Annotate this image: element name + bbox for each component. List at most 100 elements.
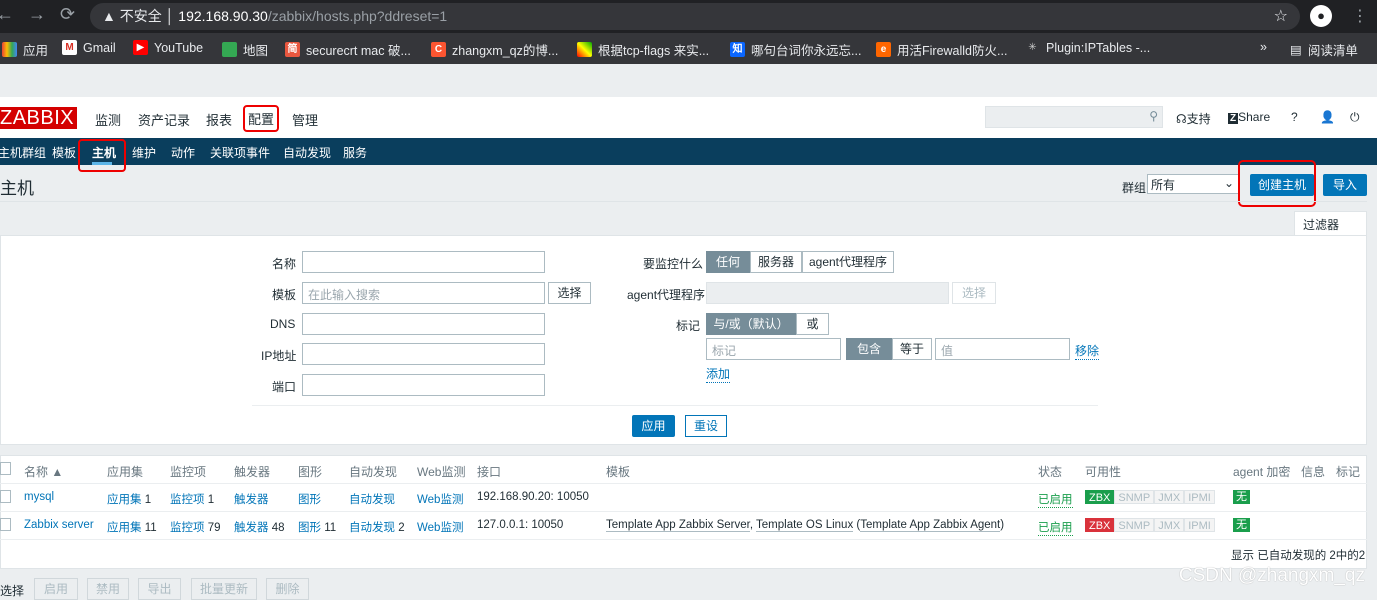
web-link[interactable]: Web监测 bbox=[417, 491, 463, 507]
group-select[interactable]: 所有 ⌄ bbox=[1147, 174, 1239, 194]
create-host-button[interactable]: 创建主机 bbox=[1250, 174, 1314, 196]
discovery-link[interactable]: 自动发现 bbox=[349, 491, 395, 507]
bookmark-label: Gmail bbox=[83, 40, 116, 55]
triggers-link[interactable]: 触发器 48 bbox=[234, 519, 285, 535]
active-indicator bbox=[92, 162, 112, 165]
bookmark-label: zhangxm_qz的博... bbox=[452, 44, 559, 58]
bookmark-zhihu[interactable]: 知哪句台词你永远忘... bbox=[730, 40, 861, 59]
ip-input[interactable] bbox=[302, 343, 545, 365]
row-checkbox[interactable] bbox=[0, 490, 11, 503]
web-link[interactable]: Web监测 bbox=[417, 519, 463, 535]
submenu-maintenance[interactable]: 维护 bbox=[132, 144, 156, 161]
tag-contains[interactable]: 包含 bbox=[846, 338, 892, 360]
availability-badges: ZBX SNMP JMX IPMI bbox=[1085, 490, 1215, 504]
reload-icon[interactable]: ⟳ bbox=[60, 4, 75, 25]
profile-icon[interactable]: ● bbox=[1310, 5, 1332, 27]
tags-or[interactable]: 或 bbox=[796, 313, 829, 335]
template-link[interactable]: Template OS Linux bbox=[756, 519, 854, 532]
ipmi-badge: IPMI bbox=[1184, 490, 1215, 504]
back-icon[interactable]: ← bbox=[0, 4, 14, 25]
bookmark-youtube[interactable]: ▶ YouTube bbox=[133, 40, 203, 55]
col-name[interactable]: 名称 ▲ bbox=[24, 463, 63, 480]
bookmark-securecrt[interactable]: 简 securecrt mac 破... bbox=[285, 40, 411, 59]
items-link[interactable]: 监控项 1 bbox=[170, 491, 214, 507]
monitored-by-server[interactable]: 服务器 bbox=[750, 251, 802, 273]
help-icon[interactable]: ? bbox=[1291, 110, 1298, 124]
count: 2 bbox=[398, 522, 405, 534]
proxy-label: agent代理程序 bbox=[627, 288, 706, 302]
group-select-value: 所有 bbox=[1151, 178, 1176, 192]
dns-input[interactable] bbox=[302, 313, 545, 335]
gmail-icon: M bbox=[62, 40, 77, 55]
add-tag-link[interactable]: 添加 bbox=[706, 365, 731, 383]
submenu-actions[interactable]: 动作 bbox=[171, 144, 195, 161]
tags-and-or[interactable]: 与/或（默认） bbox=[706, 313, 796, 335]
template-link[interactable]: Template App Zabbix Agent bbox=[860, 519, 1001, 532]
menu-kebab-icon[interactable]: ⋮ bbox=[1352, 6, 1368, 26]
submenu-templates[interactable]: 模板 bbox=[52, 144, 76, 161]
global-search-input[interactable]: ⚲ bbox=[985, 106, 1163, 128]
ip-label: IP地址 bbox=[261, 349, 297, 363]
row-checkbox[interactable] bbox=[0, 518, 11, 531]
template-input[interactable]: 在此输入搜索 bbox=[302, 282, 545, 304]
filter-tab[interactable]: 过滤器 ▽ bbox=[1294, 211, 1367, 249]
tag-name-input[interactable]: 标记 bbox=[706, 338, 841, 360]
menu-reports[interactable]: 报表 bbox=[206, 110, 232, 129]
sign-out-icon[interactable]: ⏻ bbox=[1350, 110, 1360, 125]
host-name-link[interactable]: Zabbix server bbox=[24, 519, 94, 531]
apply-button[interactable]: 应用 bbox=[632, 415, 675, 437]
bookmark-firewalld[interactable]: e 用活Firewalld防火... bbox=[876, 40, 1007, 59]
col-applications: 应用集 bbox=[107, 465, 144, 479]
zabbix-logo[interactable]: ZABBIX bbox=[0, 107, 78, 129]
forward-icon[interactable]: → bbox=[28, 4, 46, 25]
submenu-event-correlation[interactable]: 关联项事件 bbox=[210, 144, 270, 161]
bookmark-tcp-flags[interactable]: 根据tcp-flags 来实... bbox=[577, 40, 709, 59]
tag-equals[interactable]: 等于 bbox=[892, 338, 932, 360]
remove-tag-link[interactable]: 移除 bbox=[1075, 342, 1100, 360]
search-icon[interactable]: ⚲ bbox=[1149, 109, 1158, 123]
address-bar[interactable]: ▲ 不安全 │ 192.168.90.30/zabbix/hosts.php?d… bbox=[90, 3, 1300, 30]
template-select-button[interactable]: 选择 bbox=[548, 282, 591, 304]
user-profile-icon[interactable]: 👤 bbox=[1320, 110, 1335, 124]
bookmark-maps[interactable]: 地图 bbox=[222, 40, 268, 59]
triggers-link[interactable]: 触发器 bbox=[234, 491, 269, 507]
col-status[interactable]: 状态 bbox=[1038, 463, 1062, 480]
host-name-link[interactable]: mysql bbox=[24, 491, 54, 503]
menu-inventory[interactable]: 资产记录 bbox=[138, 110, 190, 129]
reset-button[interactable]: 重设 bbox=[685, 415, 727, 437]
bookmark-iptables[interactable]: ✳ Plugin:IPTables -... bbox=[1025, 40, 1150, 55]
graphs-link[interactable]: 图形 11 bbox=[298, 519, 336, 535]
status-toggle[interactable]: 已启用 bbox=[1038, 491, 1073, 508]
submenu-host-groups[interactable]: 主机群组 bbox=[0, 144, 46, 161]
template-link[interactable]: Template App Zabbix Server bbox=[606, 519, 750, 532]
tag-value-input[interactable]: 值 bbox=[935, 338, 1070, 360]
port-input[interactable] bbox=[302, 374, 545, 396]
menu-configuration[interactable]: 配置 bbox=[243, 105, 280, 132]
monitored-by-any[interactable]: 任何 bbox=[706, 251, 750, 273]
col-web: Web监测 bbox=[417, 465, 466, 479]
name-input[interactable] bbox=[302, 251, 545, 273]
bookmark-apps[interactable]: 应用 bbox=[2, 40, 48, 59]
star-icon[interactable]: ☆ bbox=[1274, 3, 1288, 30]
select-all-checkbox[interactable] bbox=[0, 462, 11, 475]
support-link[interactable]: ☊支持 bbox=[1176, 110, 1211, 127]
applications-link[interactable]: 应用集 11 bbox=[107, 519, 157, 535]
submenu-discovery[interactable]: 自动发现 bbox=[283, 144, 331, 161]
jmx-badge: JMX bbox=[1154, 518, 1185, 532]
graphs-link[interactable]: 图形 bbox=[298, 491, 321, 507]
reading-list[interactable]: ▤ 阅读清单 bbox=[1290, 40, 1358, 59]
share-link[interactable]: Z Share bbox=[1228, 110, 1270, 124]
menu-administration[interactable]: 管理 bbox=[292, 110, 318, 129]
applications-link[interactable]: 应用集 1 bbox=[107, 491, 151, 507]
discovery-link[interactable]: 自动发现 2 bbox=[349, 519, 405, 535]
bookmark-csdn[interactable]: Czhangxm_qz的博... bbox=[431, 40, 558, 59]
submenu-services[interactable]: 服务 bbox=[343, 144, 367, 161]
bookmark-label: Plugin:IPTables -... bbox=[1046, 40, 1151, 55]
import-button[interactable]: 导入 bbox=[1323, 174, 1367, 196]
items-link[interactable]: 监控项 79 bbox=[170, 519, 221, 535]
monitored-by-proxy[interactable]: agent代理程序 bbox=[802, 251, 894, 273]
more-bookmarks-icon[interactable]: » bbox=[1260, 40, 1267, 54]
menu-monitoring[interactable]: 监测 bbox=[95, 110, 121, 129]
bookmark-gmail[interactable]: M Gmail bbox=[62, 40, 116, 55]
status-toggle[interactable]: 已启用 bbox=[1038, 519, 1073, 536]
